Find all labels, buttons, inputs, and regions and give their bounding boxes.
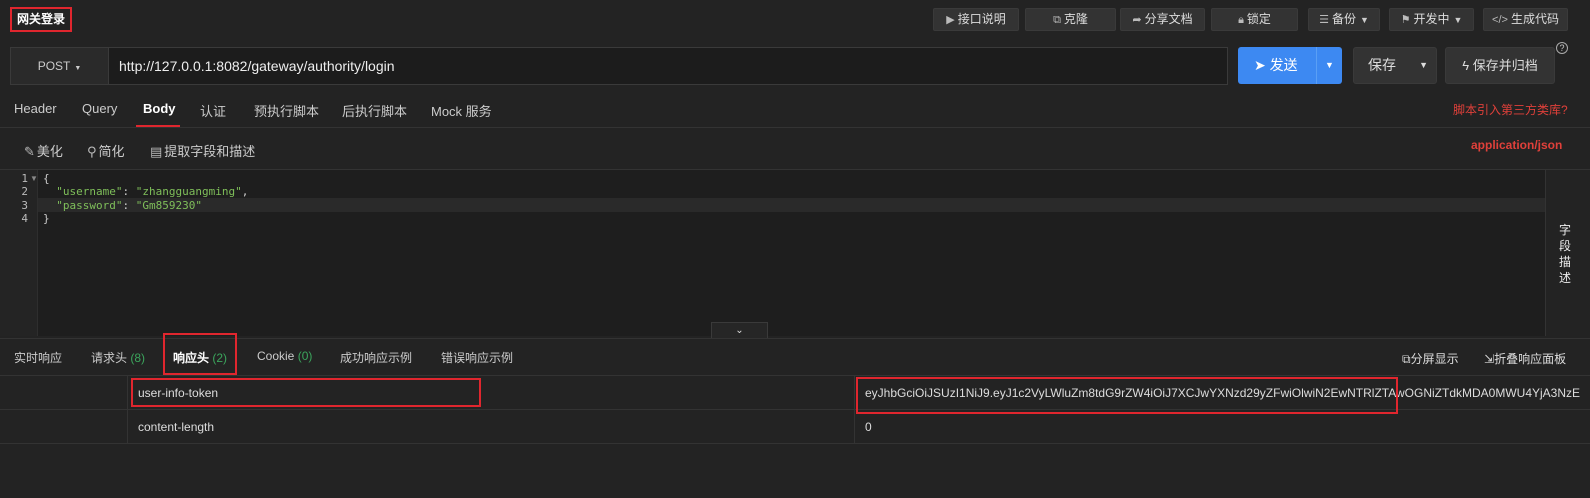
split-icon: ⧉ xyxy=(1402,352,1411,366)
tab-mock[interactable]: Mock 服务 xyxy=(431,101,492,127)
gencode-button[interactable]: </> 生成代码 xyxy=(1483,8,1568,31)
document-icon: ▤ xyxy=(150,144,163,159)
table-row: content-length 0 xyxy=(0,410,1590,444)
line-number: 3 xyxy=(21,199,28,212)
api-title[interactable]: 网关登录 xyxy=(10,7,73,32)
code-line: } xyxy=(43,212,50,225)
send-dropdown-toggle[interactable]: ▼ xyxy=(1316,47,1342,84)
tab-realtime-response[interactable]: 实时响应 xyxy=(14,349,62,366)
tab-body[interactable]: Body xyxy=(143,101,176,127)
code-icon: </> xyxy=(1492,14,1508,26)
column-divider xyxy=(127,376,128,444)
highlight-box xyxy=(856,377,1398,414)
tabs-divider xyxy=(0,127,1590,128)
share-icon: ➦ xyxy=(1132,14,1142,26)
tab-response-headers[interactable]: 响应头 (2) xyxy=(173,349,227,366)
column-divider xyxy=(854,376,855,444)
field-description-toggle[interactable]: 字段描述 xyxy=(1559,222,1573,286)
save-dropdown-toggle[interactable]: ▼ xyxy=(1419,48,1428,83)
tab-pre-script[interactable]: 预执行脚本 xyxy=(254,101,319,127)
chevron-down-icon: ▼ xyxy=(1359,15,1369,25)
backup-button[interactable]: ☰ 备份 ▼ xyxy=(1308,8,1380,31)
chevron-down-icon: ▼ xyxy=(74,65,82,72)
highlight-box xyxy=(131,378,481,407)
tab-auth[interactable]: 认证 xyxy=(200,101,226,127)
bolt-icon: ϟ xyxy=(1462,58,1470,73)
play-icon: ▶ xyxy=(946,14,955,26)
line-number: 4 xyxy=(21,212,28,225)
lock-button[interactable]: 🔒︎ 锁定 xyxy=(1211,8,1298,31)
line-number: 1 xyxy=(21,172,28,185)
header-value: 0 xyxy=(865,420,872,434)
beautify-button[interactable]: ✎ 美化 xyxy=(24,141,63,160)
save-button[interactable]: 保存 ▼ xyxy=(1353,47,1437,84)
tab-request-headers[interactable]: 请求头 (8) xyxy=(91,349,145,366)
extract-fields-button[interactable]: ▤ 提取字段和描述 xyxy=(150,141,255,160)
clone-button[interactable]: ⧉ 克隆 xyxy=(1025,8,1116,31)
magic-wand-icon: ✎ xyxy=(24,144,35,159)
method-select[interactable]: POST ▼ xyxy=(11,48,109,84)
tab-error-example[interactable]: 错误响应示例 xyxy=(441,349,513,366)
tab-post-script[interactable]: 后执行脚本 xyxy=(342,101,407,127)
line-number: 2 xyxy=(21,185,28,198)
body-editor[interactable]: 1 ▼ 2 3 4 { "username": "zhangguangming"… xyxy=(0,170,1545,336)
chevron-down-icon: ⌄ xyxy=(735,325,744,336)
tab-cookie[interactable]: Cookie (0) xyxy=(257,349,312,363)
fold-arrow-icon[interactable]: ▼ xyxy=(30,174,38,183)
header-name: content-length xyxy=(138,420,215,434)
content-type-label[interactable]: application/json xyxy=(1471,138,1562,152)
docs-button[interactable]: ▶ 接口说明 xyxy=(933,8,1019,31)
third-party-lib-link[interactable]: 脚本引入第三方类库? xyxy=(1453,101,1568,118)
chevron-down-icon: ▼ xyxy=(1453,15,1463,25)
code-line: { xyxy=(43,172,50,185)
code-line: "password": "Gm859230" xyxy=(56,199,202,212)
flag-icon: ⚑ xyxy=(1400,14,1411,26)
active-line xyxy=(38,198,1545,212)
tab-query[interactable]: Query xyxy=(82,101,117,127)
response-tab-bar xyxy=(0,338,1590,376)
lock-icon: 🔒︎ xyxy=(1238,14,1244,26)
share-button[interactable]: ➦ 分享文档 xyxy=(1120,8,1205,31)
tab-success-example[interactable]: 成功响应示例 xyxy=(340,349,412,366)
collapse-editor-button[interactable]: ⌄ xyxy=(711,322,768,339)
simplify-button[interactable]: ⚲ 简化 xyxy=(87,141,125,160)
help-icon[interactable]: ? xyxy=(1556,42,1568,54)
send-button[interactable]: ➤ 发送 ▼ xyxy=(1238,47,1342,84)
request-url-bar: POST ▼ http://127.0.0.1:8082/gateway/auth… xyxy=(10,47,1228,85)
tab-header[interactable]: Header xyxy=(14,101,57,127)
code-line: "username": "zhangguangming", xyxy=(56,185,249,198)
collapse-response-button[interactable]: ⇲折叠响应面板 xyxy=(1484,350,1566,367)
save-archive-button[interactable]: ϟ 保存并归档 xyxy=(1445,47,1555,84)
split-view-button[interactable]: ⧉分屏显示 xyxy=(1402,350,1459,367)
editor-gutter: 1 ▼ 2 3 4 xyxy=(0,170,38,336)
sitemap-icon: ⚲ xyxy=(87,144,97,159)
collapse-arrows-icon: ⇲ xyxy=(1484,352,1495,366)
status-button[interactable]: ⚑ 开发中 ▼ xyxy=(1389,8,1474,31)
url-input[interactable]: http://127.0.0.1:8082/gateway/authority/… xyxy=(119,48,1219,84)
send-icon: ➤ xyxy=(1254,57,1266,73)
database-icon: ☰ xyxy=(1319,14,1329,26)
copy-icon: ⧉ xyxy=(1053,14,1061,26)
